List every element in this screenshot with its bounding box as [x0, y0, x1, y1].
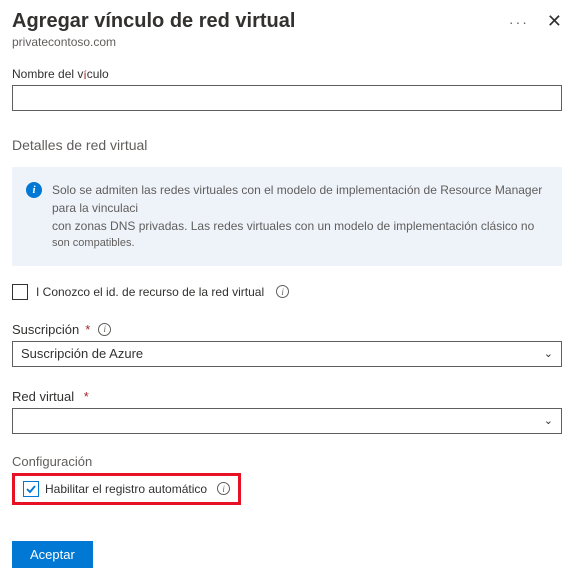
subscription-label: Suscripción	[12, 322, 79, 337]
required-marker: *	[80, 389, 89, 404]
info-circle-icon[interactable]: i	[276, 285, 289, 298]
vnet-dropdown[interactable]: ⌄	[12, 408, 562, 434]
subscription-dropdown[interactable]: Suscripción de Azure ⌄	[12, 341, 562, 367]
panel-title: Agregar vínculo de red virtual	[12, 10, 295, 33]
auto-registration-label: Habilitar el registro automático	[45, 482, 207, 496]
panel-subtitle: privatecontoso.com	[12, 35, 562, 49]
chevron-down-icon: ⌄	[544, 347, 553, 360]
more-actions-icon[interactable]: ···	[509, 14, 529, 30]
info-text: Solo se admiten las redes virtuales con …	[52, 181, 548, 252]
know-resource-id-checkbox[interactable]	[12, 284, 28, 300]
info-icon: i	[26, 182, 42, 198]
link-name-input[interactable]	[12, 85, 562, 111]
auto-registration-checkbox[interactable]	[23, 481, 39, 497]
vnet-label: Red virtual	[12, 389, 74, 404]
info-banner: i Solo se admiten las redes virtuales co…	[12, 167, 562, 266]
accept-button[interactable]: Aceptar	[12, 541, 93, 568]
info-circle-icon[interactable]: i	[217, 482, 230, 495]
auto-registration-highlight: Habilitar el registro automático i	[12, 473, 241, 505]
close-icon[interactable]: ✕	[547, 11, 562, 32]
vnet-details-heading: Detalles de red virtual	[12, 137, 562, 153]
link-name-label: Nombre del vículo	[12, 67, 562, 81]
know-resource-id-label: I Conozco el id. de recurso de la red vi…	[36, 285, 264, 299]
chevron-down-icon: ⌄	[544, 414, 553, 427]
config-heading: Configuración	[12, 454, 562, 469]
info-circle-icon[interactable]: i	[98, 323, 111, 336]
required-marker: *	[85, 322, 90, 337]
subscription-value: Suscripción de Azure	[21, 346, 143, 361]
